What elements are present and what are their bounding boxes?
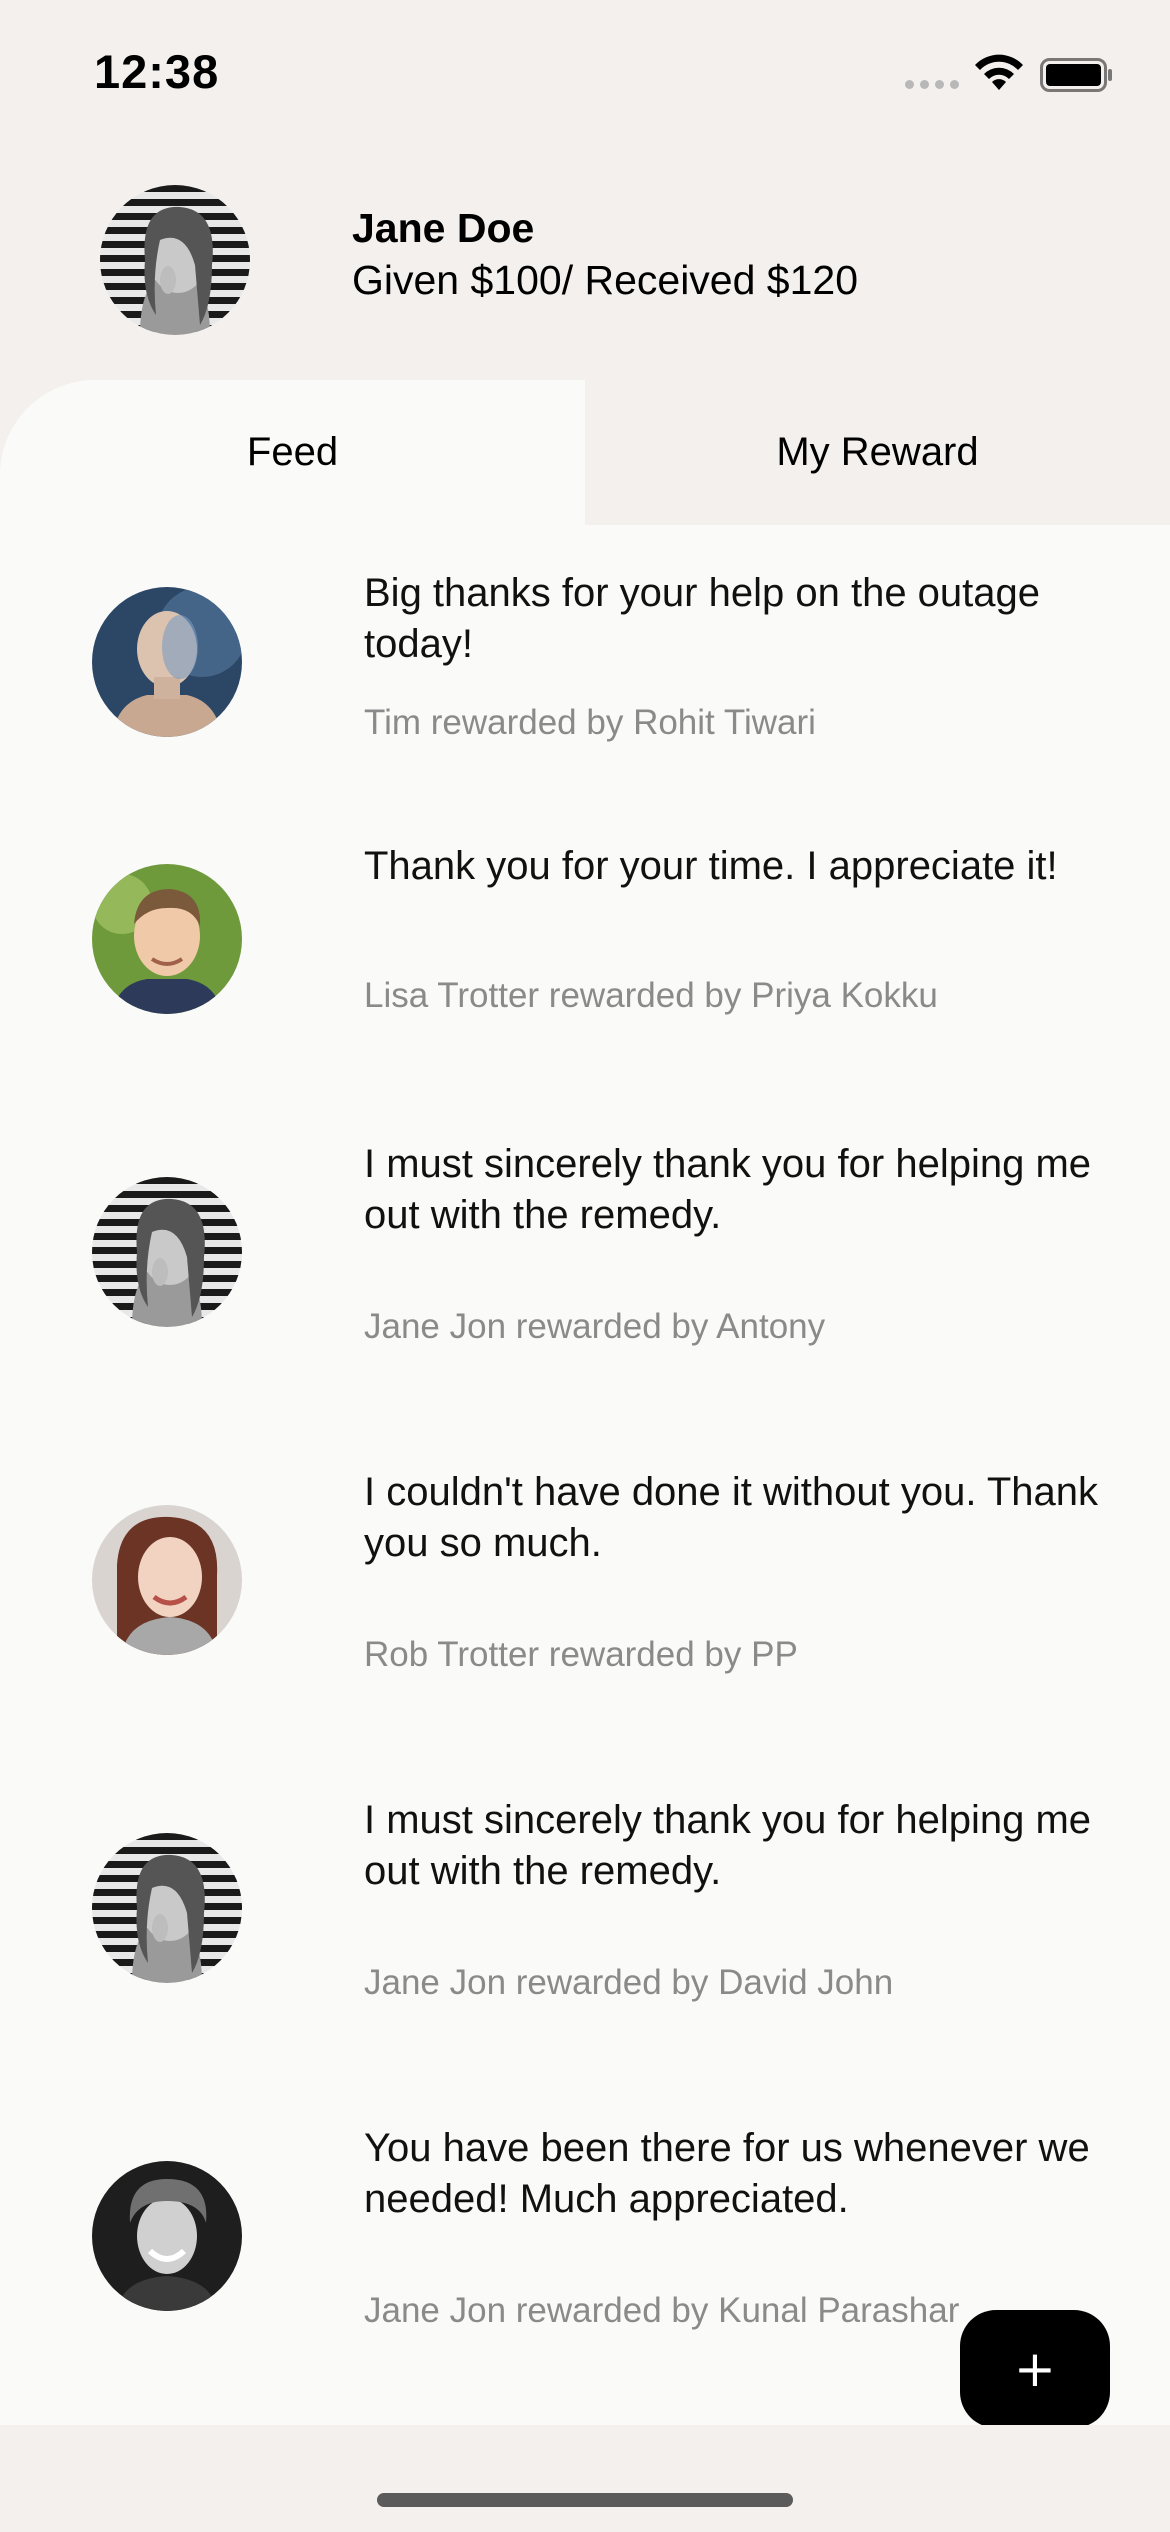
plus-icon: + xyxy=(1014,2340,1056,2398)
feed-item[interactable]: I must sincerely thank you for helping m… xyxy=(0,1758,1170,2086)
feed-item[interactable]: Big thanks for your help on the outage t… xyxy=(0,525,1170,800)
home-indicator[interactable] xyxy=(377,2493,793,2507)
feed-message: I couldn't have done it without you. Tha… xyxy=(364,1470,1099,1565)
wifi-icon xyxy=(975,54,1023,90)
feed-meta: Lisa Trotter rewarded by Priya Kokku xyxy=(364,976,938,1015)
feed-meta: Rob Trotter rewarded by PP xyxy=(364,1635,798,1674)
tab-feed[interactable]: Feed xyxy=(0,380,585,525)
profile-header: Jane Doe Given $100/ Received $120 xyxy=(0,150,1170,380)
tab-my-reward-label: My Reward xyxy=(776,430,979,474)
boy-avatar xyxy=(92,864,242,1014)
feed-meta: Jane Jon rewarded by David John xyxy=(364,1963,894,2002)
feed-meta: Jane Jon rewarded by Antony xyxy=(364,1307,826,1346)
profile-name: Jane Doe xyxy=(352,205,535,251)
profile-avatar[interactable] xyxy=(100,185,250,335)
status-time: 12:38 xyxy=(94,45,220,98)
tab-my-reward[interactable]: My Reward xyxy=(585,380,1170,525)
feed-meta: Tim rewarded by Rohit Tiwari xyxy=(364,703,816,742)
bald-man-avatar xyxy=(92,587,242,737)
feed-message: Thank you for your time. I appreciate it… xyxy=(364,844,1058,888)
add-reward-button[interactable]: + xyxy=(960,2310,1110,2428)
status-bar: 12:38 xyxy=(0,0,1170,150)
feed-message: You have been there for us whenever we n… xyxy=(364,2126,1090,2221)
tab-bar: Feed My Reward xyxy=(0,380,1170,525)
home-area xyxy=(0,2425,1170,2532)
feed-message: Big thanks for your help on the outage t… xyxy=(364,571,1041,666)
smiling-woman-avatar xyxy=(92,1505,242,1655)
tab-feed-label: Feed xyxy=(246,430,339,474)
battery-icon xyxy=(1040,58,1112,92)
feed-message: I must sincerely thank you for helping m… xyxy=(364,1142,1092,1237)
woman-portrait-avatar xyxy=(92,1833,242,1983)
cellular-dots-icon xyxy=(905,80,959,89)
feed-item[interactable]: Thank you for your time. I appreciate it… xyxy=(0,800,1170,1100)
feed-list[interactable]: Big thanks for your help on the outage t… xyxy=(0,525,1170,2425)
woman-portrait-avatar xyxy=(92,1177,242,1327)
smiling-man-avatar xyxy=(92,2161,242,2311)
profile-stats: Given $100/ Received $120 xyxy=(352,257,859,303)
feed-item[interactable]: I couldn't have done it without you. Tha… xyxy=(0,1428,1170,1758)
feed-message: I must sincerely thank you for helping m… xyxy=(364,1798,1092,1893)
feed-meta: Jane Jon rewarded by Kunal Parashar xyxy=(364,2291,960,2330)
feed-item[interactable]: I must sincerely thank you for helping m… xyxy=(0,1100,1170,1428)
